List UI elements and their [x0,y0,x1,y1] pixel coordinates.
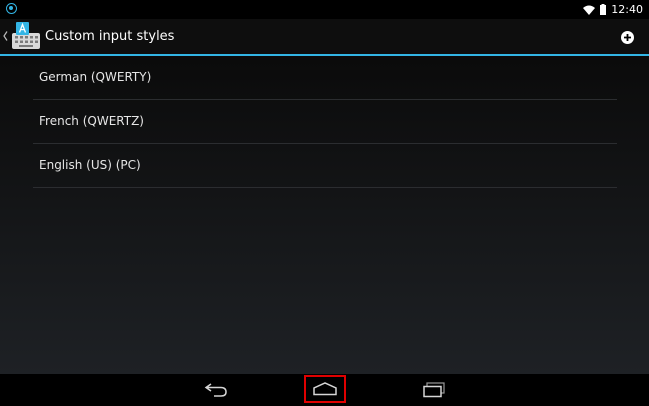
screen: 12:40 Custom input styles German (QWERTY… [0,0,649,406]
status-bar: 12:40 [0,0,649,19]
up-button[interactable] [0,19,42,54]
status-indicators: 12:40 [583,0,643,19]
list-item[interactable]: English (US) (PC) [33,144,617,188]
back-button[interactable] [196,374,236,406]
back-caret-icon [3,31,8,41]
keyboard-icon [12,22,40,49]
recents-icon [423,382,445,398]
add-icon [620,30,634,44]
home-button[interactable] [304,375,346,403]
list-item-label: English (US) (PC) [39,158,141,172]
page-title: Custom input styles [45,29,175,44]
list-item-label: German (QWERTY) [39,70,152,84]
back-icon [204,383,227,397]
clock: 12:40 [611,3,643,16]
wifi-icon [583,5,596,15]
app-notification-icon [6,3,17,14]
home-icon [313,382,337,396]
list-item-label: French (QWERTZ) [39,114,144,128]
input-styles-list: German (QWERTY) French (QWERTZ) English … [33,56,617,188]
list-item[interactable]: German (QWERTY) [33,56,617,100]
add-button[interactable] [615,26,639,48]
list-item[interactable]: French (QWERTZ) [33,100,617,144]
recents-button[interactable] [414,374,454,406]
battery-icon [600,4,607,15]
navigation-bar [0,374,649,406]
